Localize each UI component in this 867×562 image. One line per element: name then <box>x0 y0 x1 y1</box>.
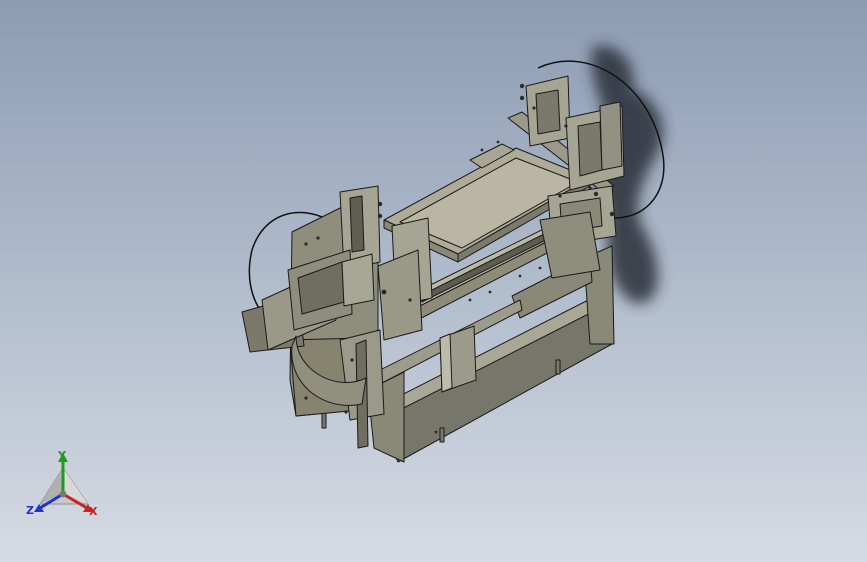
cad-viewport[interactable]: Y Z X <box>0 0 867 562</box>
z-axis-label: Z <box>26 504 34 517</box>
y-axis-label: Y <box>58 449 66 462</box>
model-assembly[interactable] <box>0 0 867 562</box>
model-body <box>241 60 665 463</box>
x-axis-label: X <box>89 505 98 518</box>
coordinate-triad: Y Z X <box>22 446 108 526</box>
